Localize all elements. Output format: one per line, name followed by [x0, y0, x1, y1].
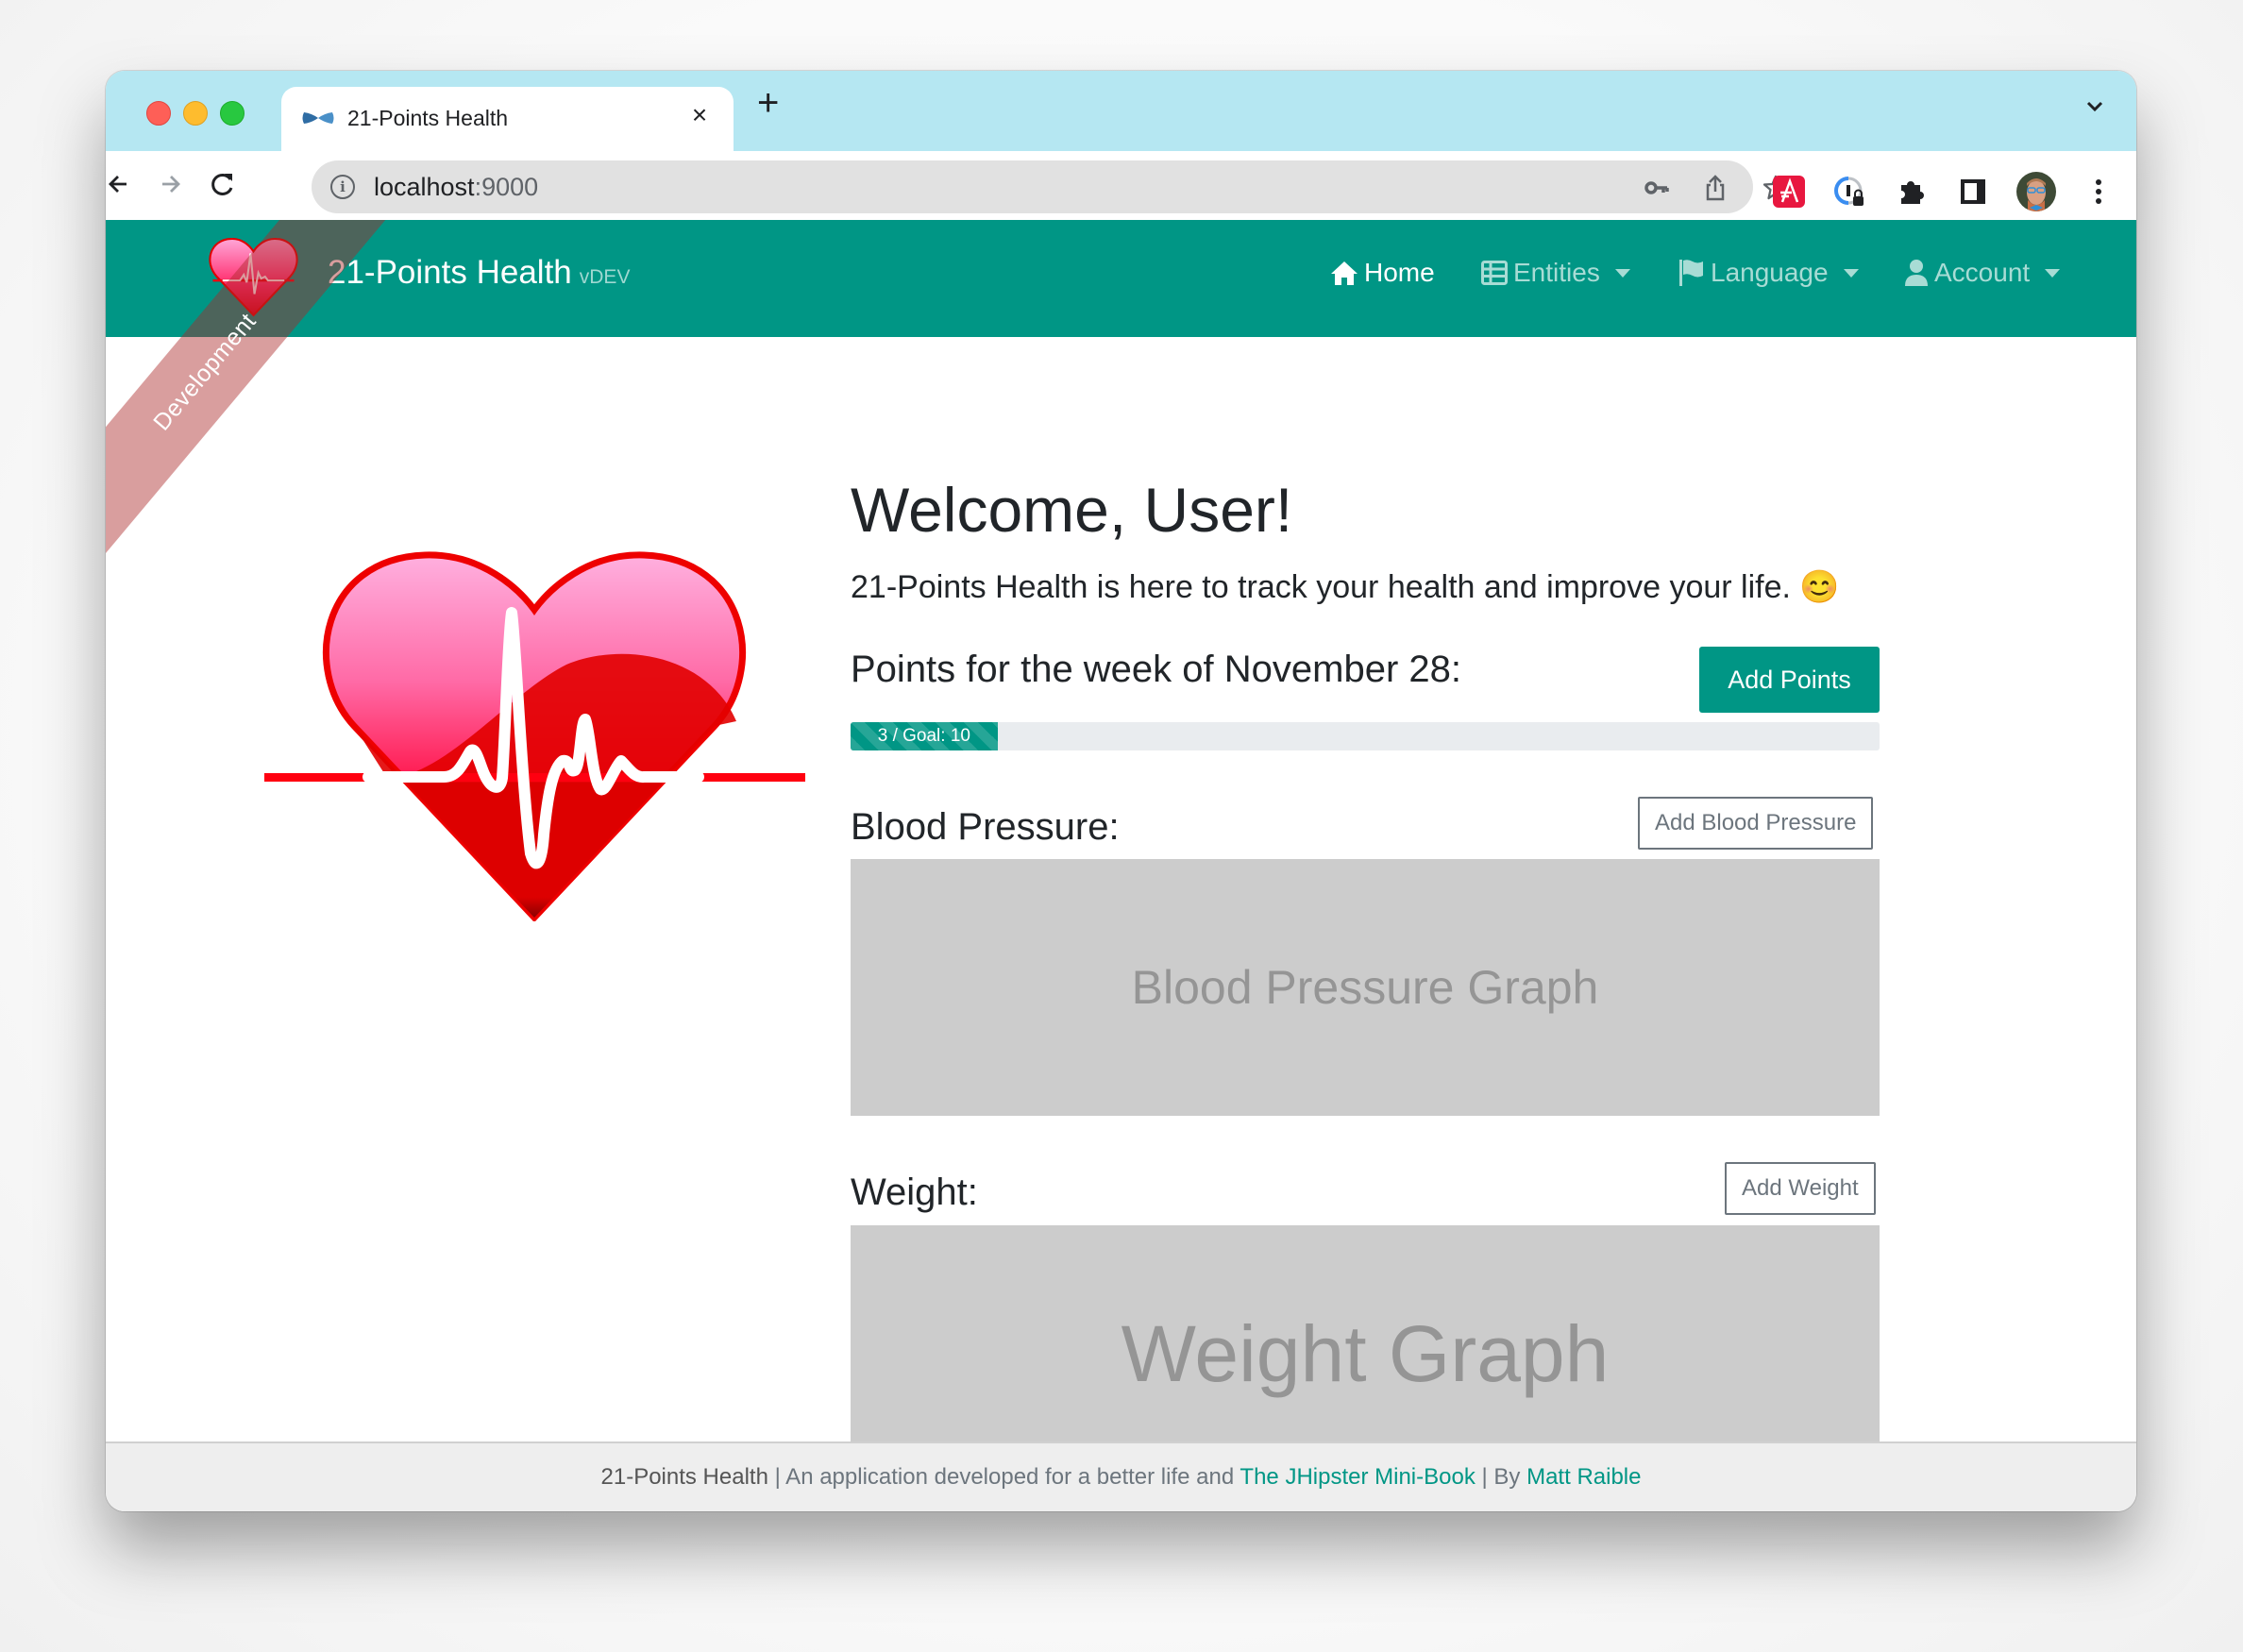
nav-entities[interactable]: Entities: [1481, 258, 1630, 288]
brand-heart-logo[interactable]: [205, 236, 302, 317]
minimize-window-button[interactable]: [183, 101, 208, 126]
nav-home-label: Home: [1364, 258, 1435, 287]
extensions-puzzle-icon[interactable]: [1896, 176, 1928, 208]
maximize-window-button[interactable]: [220, 101, 245, 126]
jhipster-book-link[interactable]: The JHipster Mini-Book: [1240, 1464, 1475, 1490]
chevron-down-icon: [1843, 268, 1859, 278]
add-blood-pressure-button[interactable]: Add Blood Pressure: [1638, 797, 1874, 850]
extension-password-icon[interactable]: [1834, 176, 1866, 208]
extension-a-icon[interactable]: [1773, 176, 1805, 208]
points-progress: 3 / Goal: 10: [851, 722, 1880, 750]
chevron-down-icon: [2045, 268, 2061, 278]
new-tab-button[interactable]: +: [757, 84, 779, 122]
tab-title: 21-Points Health: [347, 106, 509, 130]
nav-account[interactable]: Account: [1904, 258, 2061, 288]
share-icon[interactable]: [1701, 174, 1729, 202]
browser-window: 21-Points Health × + i localhost:9000 21…: [106, 71, 2136, 1511]
heart-pulse-image: [264, 551, 805, 921]
footer-by: | By: [1475, 1464, 1527, 1490]
jhipster-bowtie-icon: [302, 112, 334, 124]
user-icon: [1905, 260, 1928, 286]
reload-icon[interactable]: [206, 167, 240, 201]
url-text[interactable]: localhost:9000: [374, 173, 538, 202]
welcome-lead: 21-Points Health is here to track your h…: [851, 569, 1840, 605]
side-panel-icon[interactable]: [1957, 176, 1989, 208]
more-menu-icon[interactable]: [2083, 176, 2115, 208]
blood-pressure-heading: Blood Pressure:: [851, 806, 1120, 848]
close-window-button[interactable]: [146, 101, 171, 126]
address-bar[interactable]: i localhost:9000: [312, 160, 1789, 213]
weight-heading: Weight:: [851, 1172, 978, 1213]
footer-text: 21-Points Health | An application develo…: [106, 1443, 2136, 1511]
footer-app-name: 21-Points Health: [600, 1464, 768, 1490]
weight-graph-placeholder: Weight Graph: [1121, 1308, 1610, 1398]
brand-title[interactable]: 21-Points Health vDEV: [328, 254, 630, 292]
tab-close-icon[interactable]: ×: [685, 100, 714, 130]
add-weight-button[interactable]: Add Weight: [1725, 1162, 1876, 1215]
add-points-button[interactable]: Add Points: [1699, 647, 1880, 713]
nav-language-label: Language: [1711, 258, 1829, 287]
nav-entities-label: Entities: [1513, 258, 1600, 287]
forward-icon[interactable]: [153, 167, 187, 201]
main-content: Welcome, User! 21-Points Health is here …: [106, 337, 2136, 1482]
author-link[interactable]: Matt Raible: [1526, 1464, 1641, 1490]
nav-home[interactable]: Home: [1330, 258, 1435, 288]
browser-tab[interactable]: 21-Points Health ×: [281, 87, 734, 151]
tab-strip: 21-Points Health × +: [106, 71, 2136, 151]
table-icon: [1481, 261, 1508, 285]
points-heading: Points for the week of November 28:: [851, 649, 1461, 690]
profile-avatar[interactable]: [2016, 172, 2056, 211]
version-label: vDEV: [579, 266, 631, 288]
tab-search-chevron-icon[interactable]: [2083, 95, 2106, 118]
browser-toolbar: i localhost:9000: [106, 151, 2136, 221]
back-icon[interactable]: [106, 167, 136, 201]
chevron-down-icon: [1614, 268, 1630, 278]
nav-account-label: Account: [1934, 258, 2031, 287]
site-info-icon[interactable]: i: [330, 175, 355, 199]
nav-language[interactable]: Language: [1678, 258, 1859, 288]
points-progress-bar: 3 / Goal: 10: [851, 722, 998, 750]
app-footer: 21-Points Health | An application develo…: [106, 1441, 2136, 1511]
welcome-heading: Welcome, User!: [851, 475, 1293, 545]
blood-pressure-graph-placeholder: Blood Pressure Graph: [1131, 961, 1599, 1014]
flag-icon: [1679, 260, 1703, 286]
password-key-icon[interactable]: [1643, 174, 1671, 202]
app-navbar: 21-Points Health vDEV Home Entities Langu…: [106, 220, 2136, 337]
home-icon: [1331, 261, 1358, 285]
blood-pressure-graph: Blood Pressure Graph: [851, 859, 1880, 1116]
footer-tagline: | An application developed for a better …: [767, 1464, 1240, 1490]
